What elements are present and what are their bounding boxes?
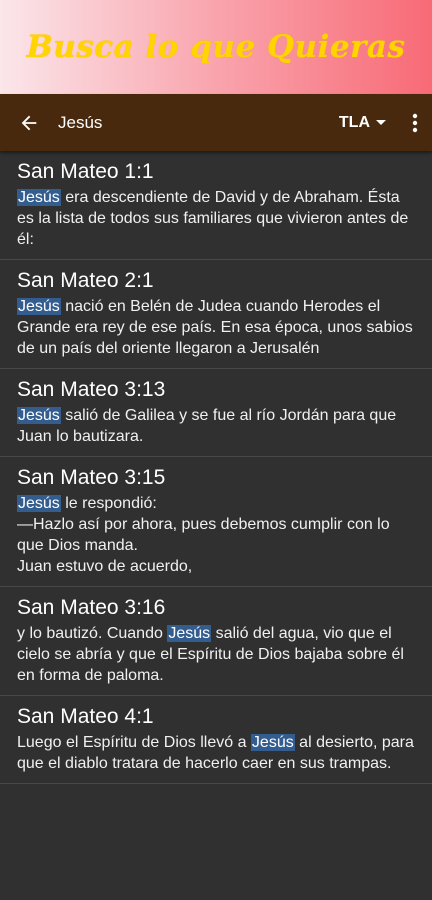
result-item[interactable]: San Mateo 2:1 Jesús nació en Belén de Ju… <box>0 260 432 369</box>
verse-reference: San Mateo 3:15 <box>17 466 166 489</box>
result-item[interactable]: San Mateo 3:16 y lo bautizó. Cuando Jesú… <box>0 587 432 696</box>
search-highlight: Jesús <box>17 189 61 206</box>
banner-title: Busca lo que Quieras <box>26 29 406 65</box>
verse-reference: San Mateo 1:1 <box>17 160 154 183</box>
verse-text: y lo bautizó. Cuando Jesús salió del agu… <box>17 625 404 684</box>
result-item[interactable]: San Mateo 3:13 Jesús salió de Galilea y … <box>0 369 432 457</box>
verse-text: Luego el Espíritu de Dios llevó a Jesús … <box>17 734 414 772</box>
arrow-back-icon <box>21 115 37 130</box>
verse-reference: San Mateo 3:16 <box>17 596 166 619</box>
banner: Busca lo que Quieras <box>0 0 432 94</box>
verse-reference: San Mateo 3:13 <box>17 378 166 401</box>
result-item[interactable]: San Mateo 4:1 Luego el Espíritu de Dios … <box>0 696 432 784</box>
verse-reference: San Mateo 4:1 <box>17 705 154 728</box>
search-highlight: Jesús <box>17 495 61 512</box>
results-list: San Mateo 1:1 Jesús era descendiente de … <box>0 151 432 784</box>
version-dropdown[interactable]: TLA <box>339 114 386 132</box>
version-label: TLA <box>338 113 370 131</box>
verse-reference: San Mateo 2:1 <box>17 269 154 292</box>
verse-text: Jesús era descendiente de David y de Abr… <box>17 189 409 248</box>
toolbar: Jesús TLA <box>0 94 432 151</box>
search-highlight: Jesús <box>250 734 295 751</box>
more-options-button[interactable] <box>398 94 432 151</box>
back-button[interactable] <box>0 94 58 151</box>
verse-text: Jesús nació en Belén de Judea cuando Her… <box>17 298 413 357</box>
search-highlight: Jesús <box>17 407 61 424</box>
result-item[interactable]: San Mateo 3:15 Jesús le respondió: —Hazl… <box>0 457 432 587</box>
search-highlight: Jesús <box>17 298 61 315</box>
more-vert-icon <box>412 113 418 132</box>
search-highlight: Jesús <box>167 625 212 642</box>
caret-down-icon <box>376 120 386 125</box>
verse-text: Jesús le respondió: —Hazlo así por ahora… <box>17 495 390 575</box>
result-item[interactable]: San Mateo 1:1 Jesús era descendiente de … <box>0 151 432 260</box>
verse-text: Jesús salió de Galilea y se fue al río J… <box>17 407 397 445</box>
search-term: Jesús <box>58 112 103 132</box>
